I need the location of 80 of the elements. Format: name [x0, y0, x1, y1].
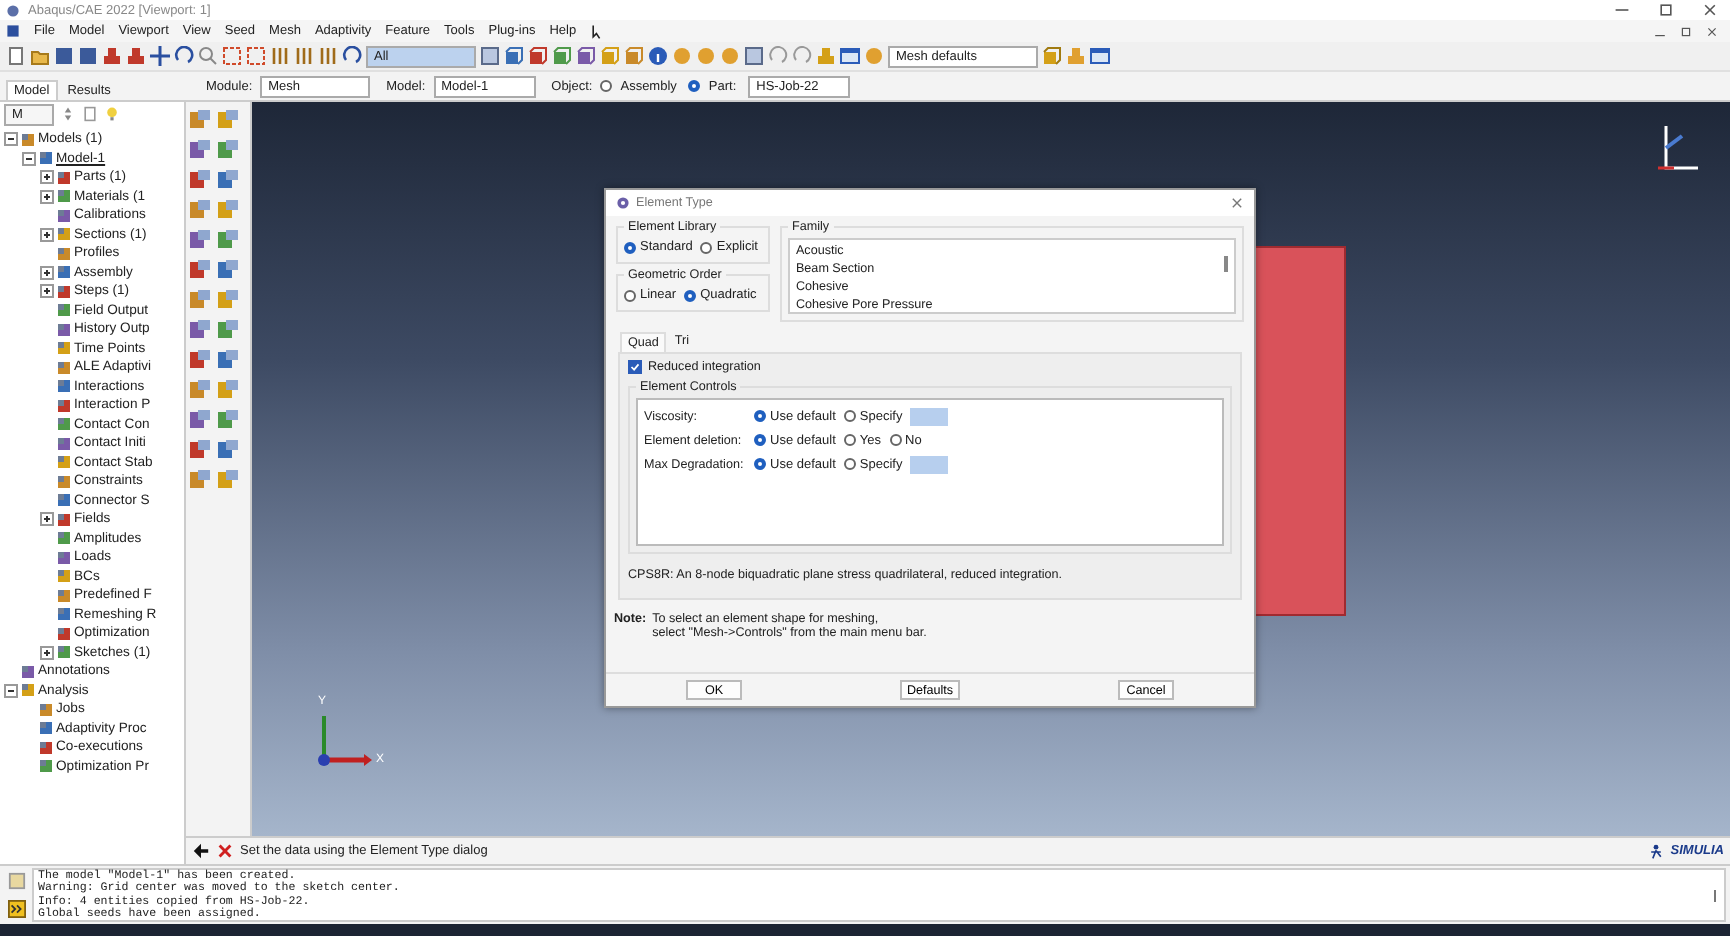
radio-button[interactable]	[600, 80, 613, 92]
panel-icon[interactable]	[1090, 46, 1110, 66]
radio-button[interactable]	[624, 289, 636, 301]
runner-logo-icon	[1648, 843, 1665, 859]
tool-icon[interactable]	[216, 228, 240, 252]
gear-icon	[616, 196, 630, 210]
magnifier-icon[interactable]	[198, 46, 218, 66]
panel-icon[interactable]	[840, 46, 860, 66]
tool-icon[interactable]	[188, 258, 212, 282]
rotate-icon[interactable]	[174, 46, 194, 66]
tool-icon[interactable]	[216, 438, 240, 462]
scrollbar-thumb[interactable]	[1714, 890, 1716, 902]
radio-button[interactable]	[889, 434, 901, 446]
tool-icon[interactable]	[188, 108, 212, 132]
tool-icon[interactable]	[188, 438, 212, 462]
radio-button[interactable]	[843, 434, 856, 446]
undo-icon[interactable]	[768, 46, 788, 66]
checkbox[interactable]	[628, 360, 642, 374]
tool-icon[interactable]	[188, 378, 212, 402]
tool-icon[interactable]	[188, 138, 212, 162]
cancel-x-icon[interactable]	[216, 842, 234, 860]
info-icon[interactable]	[648, 46, 668, 66]
tool-icon[interactable]	[216, 258, 240, 282]
expander-icon[interactable]	[22, 151, 36, 166]
tool-icon[interactable]	[216, 348, 240, 372]
close-icon[interactable]	[1230, 196, 1244, 210]
close-icon[interactable]	[1702, 2, 1718, 18]
tool-icon[interactable]	[188, 228, 212, 252]
message-icon[interactable]	[7, 871, 25, 890]
tool-icon[interactable]	[188, 408, 212, 432]
expander-icon[interactable]	[4, 683, 18, 698]
tool-icon[interactable]	[188, 468, 212, 492]
zoom-box-icon[interactable]	[222, 46, 242, 66]
tool-icon[interactable]	[188, 318, 212, 342]
tool-icon[interactable]	[188, 288, 212, 312]
close-icon[interactable]	[1706, 25, 1718, 37]
radio-button[interactable]	[624, 241, 636, 253]
tool-icon[interactable]	[188, 198, 212, 222]
radio-button[interactable]	[688, 80, 701, 92]
cube-icon[interactable]	[504, 46, 524, 66]
square-icon[interactable]	[480, 46, 500, 66]
tool-icon[interactable]	[216, 408, 240, 432]
expander-icon[interactable]	[40, 170, 54, 185]
stack-icon[interactable]	[318, 46, 338, 66]
tool-icon[interactable]	[216, 168, 240, 192]
page-icon[interactable]	[6, 46, 26, 66]
radio-button[interactable]	[843, 410, 856, 422]
cube-icon[interactable]	[1042, 46, 1062, 66]
move-arrows-icon[interactable]	[150, 46, 170, 66]
expander-icon[interactable]	[4, 132, 18, 147]
axis-triad-icon	[312, 712, 372, 772]
radio-button[interactable]	[754, 458, 766, 470]
cube-icon[interactable]	[528, 46, 548, 66]
tool-icon[interactable]	[188, 348, 212, 372]
python-prompt-icon[interactable]	[7, 900, 25, 919]
stack-icon[interactable]	[294, 46, 314, 66]
expander-icon[interactable]	[40, 227, 54, 242]
tool-icon[interactable]	[216, 138, 240, 162]
tool-icon[interactable]	[216, 318, 240, 342]
radio-button[interactable]	[684, 289, 697, 301]
radio-button[interactable]	[754, 410, 766, 422]
page-icon[interactable]	[82, 106, 98, 122]
tool-icon[interactable]	[188, 168, 212, 192]
radio-button[interactable]	[843, 458, 856, 470]
expander-icon[interactable]	[40, 645, 54, 660]
expander-icon[interactable]	[40, 512, 54, 527]
lightbulb-icon[interactable]	[104, 106, 120, 122]
expander-icon[interactable]	[40, 189, 54, 204]
redo-icon[interactable]	[792, 46, 812, 66]
folder-icon[interactable]	[30, 46, 50, 66]
scrollbar-thumb[interactable]	[1224, 256, 1228, 272]
radio-button[interactable]	[700, 241, 713, 253]
cube-icon[interactable]	[576, 46, 596, 66]
cube-icon[interactable]	[552, 46, 572, 66]
value-field[interactable]	[910, 455, 949, 473]
radio-button[interactable]	[754, 434, 766, 446]
expander-icon[interactable]	[40, 265, 54, 280]
back-arrow-icon[interactable]	[192, 842, 210, 860]
expander-icon[interactable]	[40, 284, 54, 299]
value-field[interactable]	[910, 407, 949, 425]
